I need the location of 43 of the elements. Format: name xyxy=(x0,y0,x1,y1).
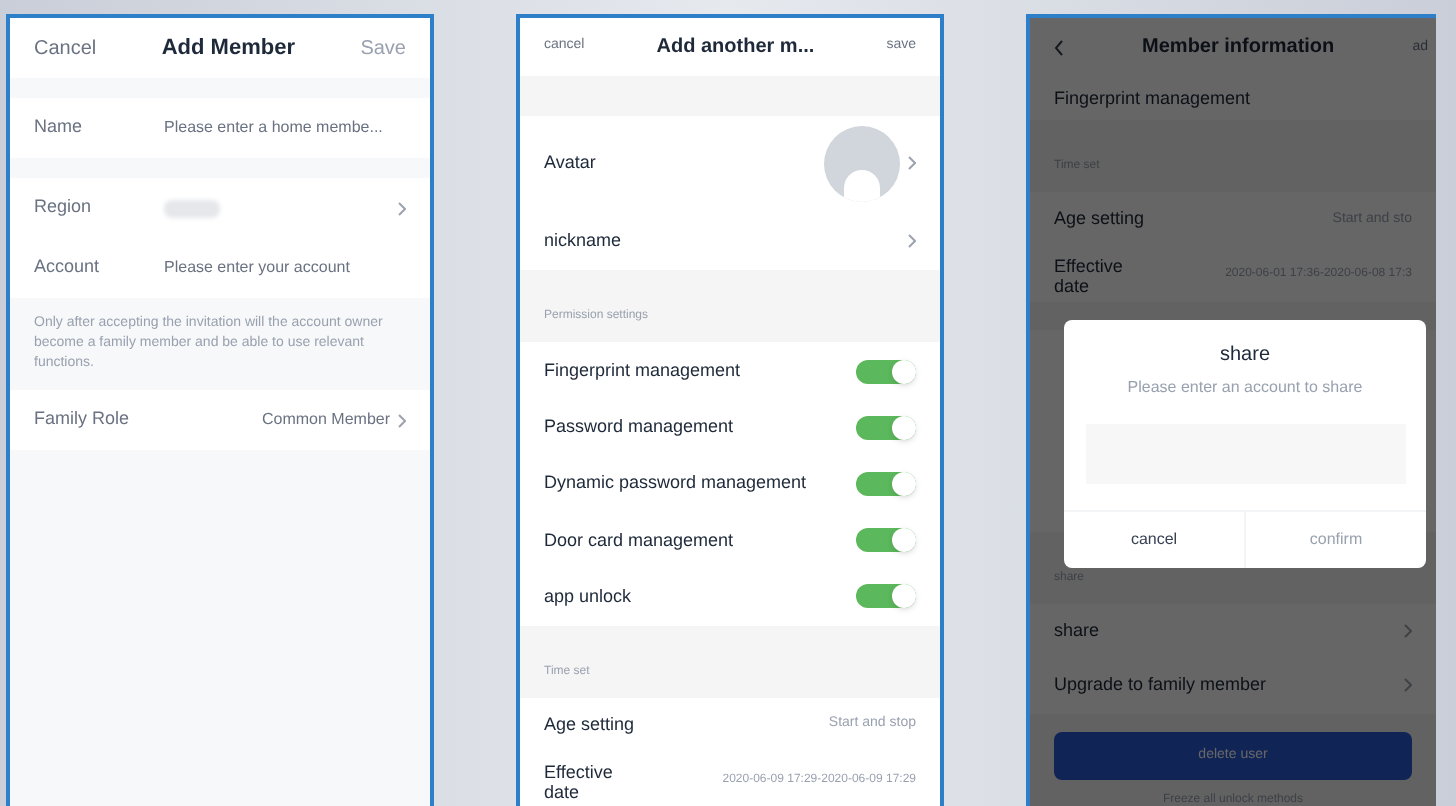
row-label: Upgrade to family member xyxy=(1054,672,1267,699)
dialog-title: share xyxy=(1219,342,1270,370)
text-field[interactable]: Please enter a home membe... xyxy=(164,116,406,140)
row-label: Door card management xyxy=(544,527,734,554)
field-label: Account xyxy=(34,254,102,281)
avatar-icon[interactable] xyxy=(824,125,900,202)
screen-title: Add another m... xyxy=(656,34,815,63)
cancel-button[interactable]: Cancel xyxy=(34,33,97,63)
toggle-switch[interactable] xyxy=(856,584,916,609)
back-icon[interactable] xyxy=(1054,39,1064,56)
field-label: Region xyxy=(34,194,94,221)
chevron-icon xyxy=(398,413,406,427)
row-label: Effective date xyxy=(544,761,615,802)
toggle-switch[interactable] xyxy=(856,359,916,384)
row-label: nickname xyxy=(544,228,622,255)
row-label: app unlock xyxy=(544,583,632,610)
chevron-icon xyxy=(908,156,916,171)
toggle-switch[interactable] xyxy=(856,528,916,553)
dialog-button[interactable]: confirm xyxy=(1246,512,1426,568)
row-label: Dynamic password management xyxy=(544,470,807,497)
row-label: Fingerprint management xyxy=(1054,85,1251,112)
toggle-switch[interactable] xyxy=(856,472,916,497)
row-label: Effective date xyxy=(1054,255,1125,296)
chevron-icon xyxy=(1404,678,1412,693)
chevron-icon xyxy=(1404,623,1412,638)
row-label: share xyxy=(1054,617,1100,644)
screen-title: Member information xyxy=(1142,34,1335,63)
screen-title: Add Member xyxy=(161,33,295,64)
field-label: Name xyxy=(34,114,85,141)
row-label: Fingerprint management xyxy=(544,357,741,384)
row-label: Avatar xyxy=(544,150,596,177)
field-label: Family Role xyxy=(34,406,130,433)
save-button[interactable]: Save xyxy=(360,33,406,63)
text-field[interactable]: Please enter your account xyxy=(164,256,406,280)
dialog-button[interactable]: cancel xyxy=(1064,512,1246,568)
row-label: Age setting xyxy=(1054,206,1145,233)
row-label: Password management xyxy=(544,414,734,441)
chevron-icon xyxy=(398,201,406,215)
toggle-switch[interactable] xyxy=(856,415,916,440)
dialog-message: Please enter an account to share xyxy=(1127,376,1363,400)
chevron-icon xyxy=(908,234,916,249)
role-value[interactable]: Common Member xyxy=(261,408,390,432)
row-label: Age setting xyxy=(544,711,635,738)
